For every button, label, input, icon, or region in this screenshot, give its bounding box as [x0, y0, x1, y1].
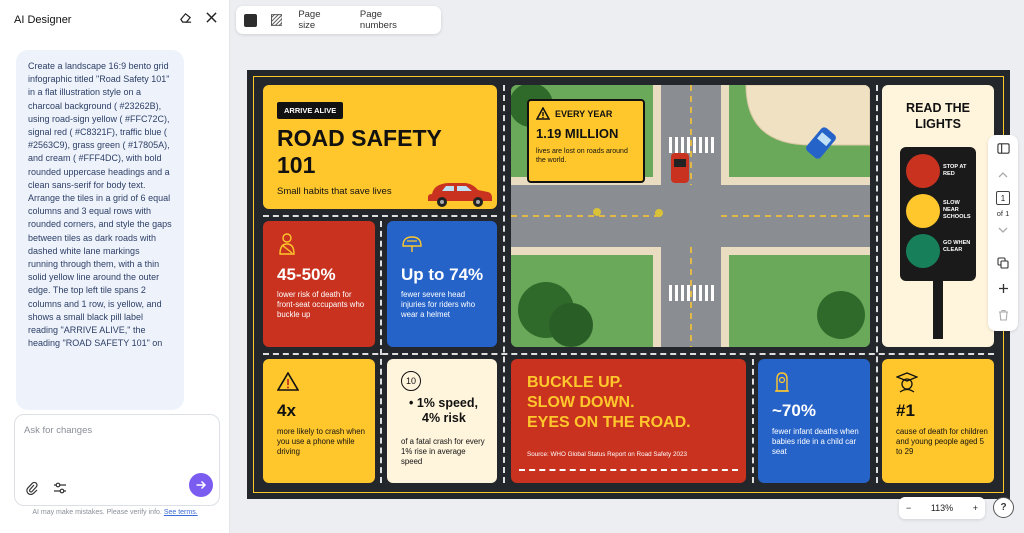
page-size-button[interactable]: Page size: [298, 9, 339, 31]
arrow-right-icon: [196, 480, 207, 490]
title-tile[interactable]: ARRIVE ALIVE ROAD SAFETY 101 Small habit…: [263, 85, 497, 209]
every-year-callout: EVERY YEAR 1.19 MILLION lives are lost o…: [527, 99, 645, 183]
design-canvas[interactable]: ARRIVE ALIVE ROAD SAFETY 101 Small habit…: [247, 70, 1010, 499]
pattern-icon[interactable]: [270, 14, 283, 26]
car-icon: [428, 183, 492, 207]
ai-designer-panel: AI Designer Create a landscape 16:9 bent…: [0, 0, 230, 533]
infant-stat: ~70%: [772, 401, 816, 420]
traffic-light-label: STOP AT RED: [943, 164, 967, 177]
subtitle: Small habits that save lives: [277, 186, 392, 197]
seatbelt-desc: lower risk of death for front-seat occup…: [277, 290, 365, 319]
every-year-desc: lives are lost on roads around the world…: [536, 148, 628, 164]
main-title-line1: ROAD SAFETY: [277, 125, 442, 151]
rank-stat: #1: [896, 401, 915, 420]
lane-marking-v2: [503, 85, 505, 483]
arrive-alive-pill: ARRIVE ALIVE: [277, 102, 344, 119]
disclaimer-text: AI may make mistakes. Please verify info…: [32, 509, 162, 516]
phone-stat: 4x: [277, 401, 296, 420]
helmet-stat: Up to 74%: [401, 265, 484, 284]
lane-marking-v4: [752, 359, 754, 483]
slogan-line3: EYES ON THE ROAD.: [527, 414, 691, 431]
ask-input-box[interactable]: Ask for changes: [14, 414, 220, 506]
traffic-light-lamp: [906, 234, 940, 268]
page-numbers-button[interactable]: Page numbers: [360, 9, 420, 31]
page-count-label: of 1: [996, 209, 1010, 218]
warning-icon: [536, 107, 550, 120]
warning-icon: [277, 372, 299, 391]
infant-desc: fewer infant deaths when babies ride in …: [772, 427, 859, 456]
traffic-light-pole: [933, 281, 943, 339]
every-year-label: EVERY YEAR: [555, 108, 613, 119]
speed-limit-badge: 10: [401, 371, 421, 391]
see-terms-link[interactable]: See terms.: [164, 509, 198, 516]
panel-toggle-icon[interactable]: [988, 142, 1018, 155]
speed-line2: 4% risk: [422, 411, 466, 425]
every-year-stat: 1.19 MILLION: [536, 126, 619, 141]
lane-marking-bottom: [263, 353, 994, 355]
lane-marking-v1: [380, 221, 382, 483]
trash-icon[interactable]: [988, 309, 1018, 321]
zoom-control: − 113% +: [899, 497, 985, 519]
leading-cause-tile[interactable]: #1 cause of death for children and young…: [882, 359, 994, 483]
phone-stat-tile[interactable]: 4x more likely to crash when you use a p…: [263, 359, 375, 483]
infant-seat-stat-tile[interactable]: ~70% fewer infant deaths when babies rid…: [758, 359, 870, 483]
duplicate-page-icon[interactable]: [988, 257, 1018, 269]
chevron-down-icon[interactable]: [988, 226, 1018, 234]
slogan-line1: BUCKLE UP.: [527, 374, 623, 391]
slogan-dash-line: [519, 469, 738, 471]
add-page-icon[interactable]: [988, 283, 1018, 294]
traffic-light-lamp: [906, 194, 940, 228]
lane-marking-top: [263, 215, 497, 217]
speed-desc: of a fatal crash for every 1% rise in av…: [401, 437, 485, 466]
user-prompt-message: Create a landscape 16:9 bento grid infog…: [16, 50, 184, 410]
top-toolbar: Page size Page numbers: [236, 6, 441, 34]
background-color-swatch[interactable]: [244, 13, 257, 27]
ask-input-placeholder[interactable]: Ask for changes: [24, 425, 92, 436]
helmet-icon: [402, 236, 422, 252]
lights-title: READ THE LIGHTS: [906, 101, 970, 131]
help-button[interactable]: ?: [993, 497, 1014, 518]
rank-desc: cause of death for children and young pe…: [896, 427, 988, 456]
source-note: Source: WHO Global Status Report on Road…: [527, 451, 687, 458]
close-icon[interactable]: [206, 11, 217, 24]
helmet-stat-tile[interactable]: Up to 74% fewer severe head injuries for…: [387, 221, 497, 347]
lane-marking-v3: [876, 85, 878, 483]
seatbelt-stat-tile[interactable]: 45-50% lower risk of death for front-sea…: [263, 221, 375, 347]
zoom-out-button[interactable]: −: [906, 503, 911, 513]
eraser-icon[interactable]: [179, 11, 192, 24]
traffic-light-label: SLOW NEAR SCHOOLS: [943, 200, 971, 220]
traffic-lights-tile[interactable]: READ THE LIGHTS STOP AT RED SLOW NEAR SCH…: [882, 85, 994, 347]
child-seat-icon: [775, 372, 789, 392]
graduate-icon: [896, 372, 918, 393]
page-rail: 1 of 1: [988, 135, 1018, 331]
chevron-up-icon[interactable]: [988, 171, 1018, 179]
traffic-light-lamp: [906, 154, 940, 188]
slogan-line2: SLOW DOWN.: [527, 394, 635, 411]
panel-title: AI Designer: [14, 14, 72, 26]
helmet-desc: fewer severe head injuries for riders wh…: [401, 290, 476, 319]
main-title-line2: 101: [277, 152, 316, 178]
speed-stat-tile[interactable]: 10 • 1% speed, 4% risk of a fatal crash …: [387, 359, 497, 483]
traffic-light-label: GO WHEN CLEAR: [943, 240, 971, 253]
intersection-map-tile[interactable]: EVERY YEAR 1.19 MILLION lives are lost o…: [511, 85, 870, 347]
page-number-box[interactable]: 1: [996, 191, 1010, 205]
send-button[interactable]: [189, 473, 213, 497]
seatbelt-stat: 45-50%: [277, 265, 336, 284]
disclaimer: AI may make mistakes. Please verify info…: [0, 509, 230, 516]
seatbelt-icon: [279, 233, 295, 255]
sliders-icon[interactable]: [53, 481, 67, 495]
zoom-level[interactable]: 113%: [931, 503, 953, 513]
paperclip-icon[interactable]: [25, 481, 39, 495]
speed-line1: • 1% speed,: [409, 396, 478, 410]
zoom-in-button[interactable]: +: [973, 503, 978, 513]
slogan-tile[interactable]: BUCKLE UP. SLOW DOWN. EYES ON THE ROAD. …: [511, 359, 746, 483]
phone-desc: more likely to crash when you use a phon…: [277, 427, 365, 456]
